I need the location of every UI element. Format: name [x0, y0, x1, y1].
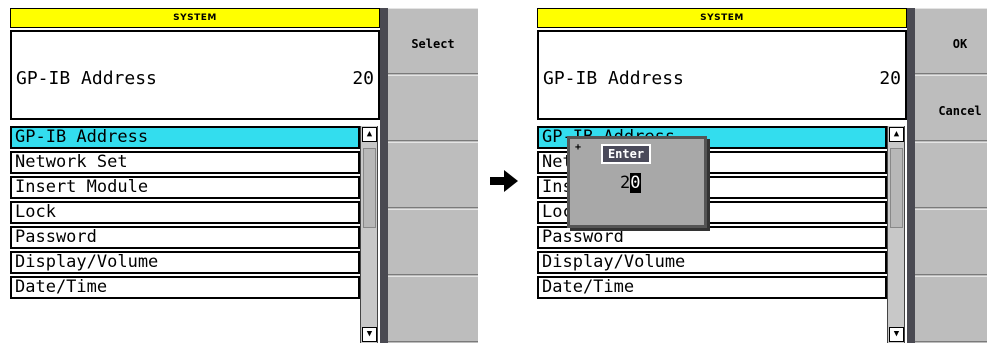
parameter-display: GP-IB Address 20 — [537, 30, 907, 120]
softkey-column: Select — [388, 8, 478, 343]
panel-title: SYSTEM — [537, 8, 907, 28]
softkey-3[interactable] — [915, 142, 987, 208]
softkey-5[interactable] — [388, 276, 478, 342]
scroll-up-icon[interactable]: ▲ — [889, 127, 904, 142]
list-item-password[interactable]: Password — [537, 226, 887, 249]
softkey-label — [915, 210, 987, 238]
list-item-display-volume[interactable]: Display/Volume — [537, 251, 887, 274]
softkey-label: Cancel — [938, 104, 982, 118]
list-item-network-set[interactable]: Network Set — [10, 151, 360, 174]
list-item-lock[interactable]: Lock — [10, 201, 360, 224]
parameter-name: GP-IB Address — [543, 68, 684, 89]
popup-digit-first: 2 — [620, 173, 631, 193]
softkey-5[interactable] — [915, 276, 987, 342]
right-arrow-icon — [490, 170, 518, 192]
parameter-name: GP-IB Address — [16, 68, 157, 89]
system-panel-before: SYSTEM GP-IB Address 20 GP-IB Address Ne… — [10, 0, 478, 343]
popup-digit-cursor: 0 — [630, 173, 641, 193]
softkey-cancel[interactable]: Cancel — [915, 75, 987, 141]
panel-divider — [380, 8, 388, 343]
list-item-insert-module[interactable]: Insert Module — [10, 176, 360, 199]
scroll-down-icon[interactable]: ▼ — [889, 327, 904, 342]
parameter-value: 20 — [879, 68, 901, 89]
softkey-select[interactable]: Select — [388, 8, 478, 74]
panel-title: SYSTEM — [10, 8, 380, 28]
system-panel-after: SYSTEM GP-IB Address 20 GP-IB Address Ne… — [537, 0, 987, 343]
plus-marker-icon: + — [575, 142, 582, 153]
list-item-password[interactable]: Password — [10, 226, 360, 249]
scrollbar[interactable]: ▲ ▼ — [360, 126, 378, 343]
panel-divider — [907, 8, 915, 343]
scroll-thumb[interactable] — [363, 148, 376, 228]
softkey-ok[interactable]: OK — [915, 8, 987, 74]
parameter-value: 20 — [352, 68, 374, 89]
scroll-thumb[interactable] — [890, 148, 903, 228]
list-item-gpib-address[interactable]: GP-IB Address — [10, 126, 360, 149]
softkey-4[interactable] — [388, 209, 478, 275]
softkey-4[interactable] — [915, 209, 987, 275]
softkey-label — [388, 277, 478, 305]
softkey-label — [388, 143, 478, 171]
softkey-label — [915, 143, 987, 171]
softkey-label — [388, 210, 478, 238]
softkey-label: OK — [952, 37, 968, 51]
softkey-label: Select — [411, 37, 455, 51]
softkey-3[interactable] — [388, 142, 478, 208]
list-item-display-volume[interactable]: Display/Volume — [10, 251, 360, 274]
popup-value-field[interactable]: 20 — [620, 173, 641, 193]
popup-title: Enter — [601, 144, 651, 164]
menu-list: GP-IB Address Network Set Insert Module … — [10, 126, 360, 301]
scroll-up-icon[interactable]: ▲ — [362, 127, 377, 142]
list-item-date-time[interactable]: Date/Time — [537, 276, 887, 299]
scroll-down-icon[interactable]: ▼ — [362, 327, 377, 342]
scrollbar[interactable]: ▲ ▼ — [887, 126, 905, 343]
parameter-display: GP-IB Address 20 — [10, 30, 380, 120]
softkey-label — [915, 277, 987, 305]
softkey-column: OK Cancel — [915, 8, 987, 343]
softkey-label — [388, 76, 478, 104]
softkey-2[interactable] — [388, 75, 478, 141]
enter-popup[interactable]: + Enter 20 — [567, 136, 707, 228]
list-item-date-time[interactable]: Date/Time — [10, 276, 360, 299]
